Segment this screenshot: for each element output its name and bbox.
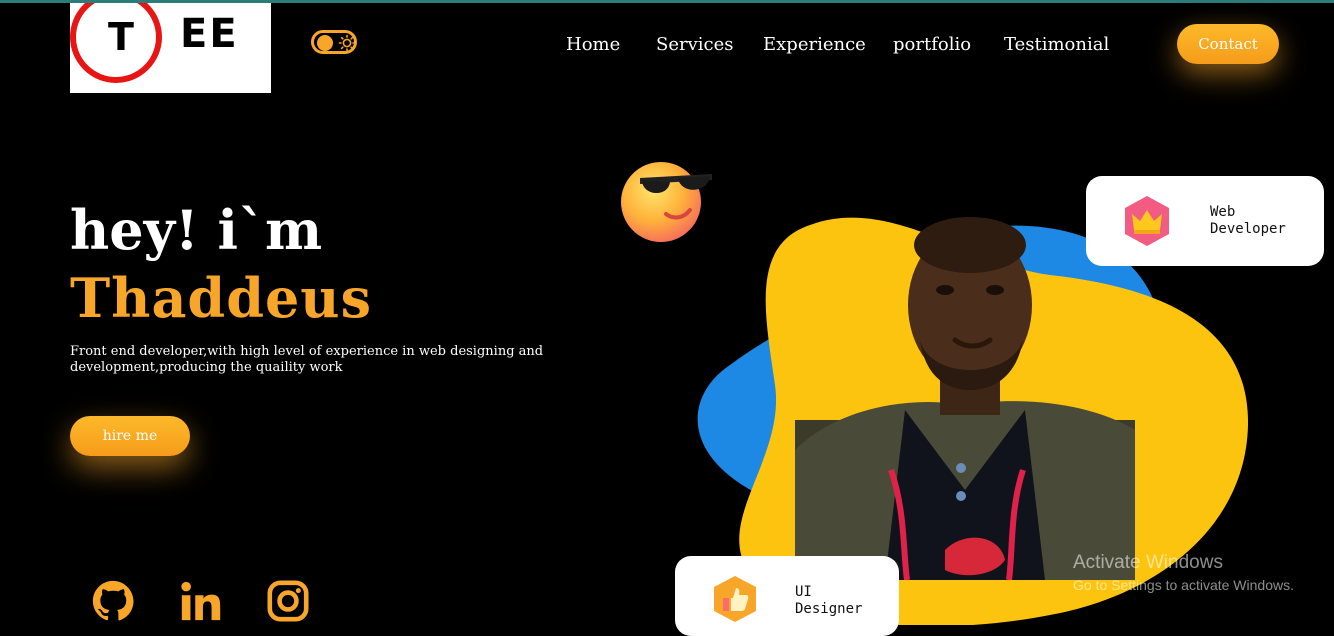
nav-portfolio[interactable]: portfolio: [893, 34, 971, 55]
profile-photo: [795, 217, 1135, 580]
web-developer-label: Web Developer: [1210, 204, 1286, 237]
nav-services[interactable]: Services: [656, 34, 733, 55]
hero-description: Front end developer,with high level of e…: [70, 344, 544, 375]
linkedin-icon[interactable]: [178, 578, 224, 624]
crown-icon: [1125, 196, 1169, 246]
nav-experience[interactable]: Experience: [763, 34, 866, 55]
logo-letters-ee: EE: [180, 11, 239, 57]
sun-icon: [338, 34, 356, 52]
nav-testimonial[interactable]: Testimonial: [1004, 34, 1109, 55]
instagram-icon[interactable]: [265, 578, 311, 624]
theme-toggle[interactable]: [311, 30, 357, 54]
logo-letter-t: T: [108, 15, 134, 59]
windows-watermark-subtitle: Go to Settings to activate Windows.: [1073, 577, 1294, 593]
hire-me-button[interactable]: hire me: [70, 416, 190, 456]
windows-watermark-title: Activate Windows: [1073, 552, 1223, 573]
hero-name: Thaddeus: [70, 266, 372, 330]
github-icon[interactable]: [90, 578, 136, 624]
logo[interactable]: T EE: [70, 3, 271, 93]
web-developer-card: Web Developer: [1086, 176, 1324, 266]
contact-button[interactable]: Contact: [1177, 24, 1279, 64]
nav-home[interactable]: Home: [566, 34, 620, 55]
ui-designer-card: UI Designer: [675, 556, 899, 636]
toggle-knob: [317, 35, 333, 51]
ui-designer-label: UI Designer: [795, 584, 863, 617]
thumbs-up-icon: [714, 576, 756, 622]
hero-greeting: hey! i`m: [70, 198, 323, 262]
